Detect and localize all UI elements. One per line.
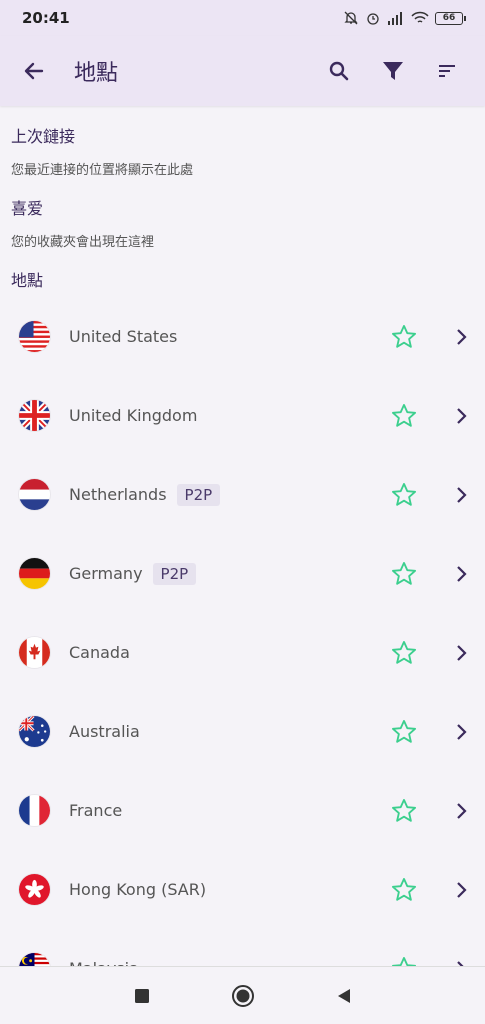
app-bar: 地點 — [0, 36, 485, 106]
france-flag-icon — [19, 795, 50, 826]
location-row-australia[interactable]: Australia — [0, 692, 485, 771]
location-name: France — [69, 801, 123, 820]
star-icon[interactable] — [390, 323, 418, 351]
chevron-right-icon[interactable] — [451, 722, 471, 742]
location-row-france[interactable]: France — [0, 771, 485, 850]
alarm-icon — [367, 13, 379, 25]
search-icon — [329, 61, 349, 81]
locations-title: 地點 — [11, 271, 44, 290]
australia-flag-icon — [19, 716, 50, 747]
back-triangle-icon[interactable] — [335, 987, 353, 1005]
p2p-badge: P2P — [176, 483, 221, 506]
location-row-united-kingdom[interactable]: United Kingdom — [0, 376, 485, 455]
recent-section: 上次鏈接 您最近連接的位置將顯示在此處 喜爱 您的收藏夾會出現在這裡 地點 — [0, 123, 485, 291]
favorites-subtitle: 您的收藏夾會出現在這裡 — [11, 235, 155, 250]
chevron-right-icon[interactable] — [451, 406, 471, 426]
location-name: Canada — [69, 643, 130, 662]
back-button[interactable] — [14, 51, 54, 91]
favorites-title: 喜爱 — [11, 199, 44, 218]
star-icon[interactable] — [390, 718, 418, 746]
germany-flag-icon — [19, 558, 50, 589]
arrow-left-icon — [24, 62, 44, 80]
location-name: United Kingdom — [69, 406, 198, 425]
location-row-canada[interactable]: Canada — [0, 613, 485, 692]
chevron-right-icon[interactable] — [451, 643, 471, 663]
recent-subtitle: 您最近連接的位置將顯示在此處 — [11, 163, 194, 178]
sort-button[interactable] — [423, 47, 471, 95]
mute-bell-icon — [344, 11, 358, 25]
recents-square-icon[interactable] — [133, 987, 151, 1005]
battery-icon: 66 — [435, 11, 466, 25]
location-name: Germany — [69, 564, 143, 583]
chevron-right-icon[interactable] — [451, 327, 471, 347]
filter-button[interactable] — [369, 47, 417, 95]
canada-flag-icon — [19, 637, 50, 668]
location-name: Australia — [69, 722, 140, 741]
sort-icon — [439, 65, 455, 77]
us-flag-icon — [19, 321, 50, 352]
chevron-right-icon[interactable] — [451, 880, 471, 900]
location-row-hong-kong[interactable]: Hong Kong (SAR) — [0, 850, 485, 929]
filter-icon — [383, 62, 403, 80]
system-nav-bar — [0, 966, 485, 1024]
chevron-right-icon[interactable] — [451, 564, 471, 584]
status-time: 20:41 — [22, 9, 70, 27]
p2p-badge: P2P — [152, 562, 197, 585]
hong-kong-flag-icon — [19, 874, 50, 905]
search-button[interactable] — [315, 47, 363, 95]
star-icon[interactable] — [390, 639, 418, 667]
location-name: Netherlands — [69, 485, 167, 504]
star-icon[interactable] — [390, 876, 418, 904]
page-title: 地點 — [74, 61, 119, 86]
status-bar: 20:41 66 — [0, 0, 485, 36]
location-name: United States — [69, 327, 178, 346]
status-icons: 66 — [343, 10, 466, 26]
star-icon[interactable] — [390, 560, 418, 588]
location-row-united-states[interactable]: United States — [0, 297, 485, 376]
chevron-right-icon[interactable] — [451, 801, 471, 821]
location-name: Hong Kong (SAR) — [69, 880, 207, 899]
star-icon[interactable] — [390, 797, 418, 825]
recent-title: 上次鏈接 — [11, 127, 76, 146]
wifi-icon — [411, 11, 429, 23]
location-list: United States United Kingdom Netherlands… — [0, 297, 485, 1008]
chevron-right-icon[interactable] — [451, 485, 471, 505]
home-circle-icon[interactable] — [231, 984, 255, 1008]
signal-icon — [388, 12, 402, 25]
star-icon[interactable] — [390, 481, 418, 509]
location-row-netherlands[interactable]: Netherlands P2P — [0, 455, 485, 534]
netherlands-flag-icon — [19, 479, 50, 510]
star-icon[interactable] — [390, 402, 418, 430]
location-row-germany[interactable]: Germany P2P — [0, 534, 485, 613]
uk-flag-icon — [19, 400, 50, 431]
